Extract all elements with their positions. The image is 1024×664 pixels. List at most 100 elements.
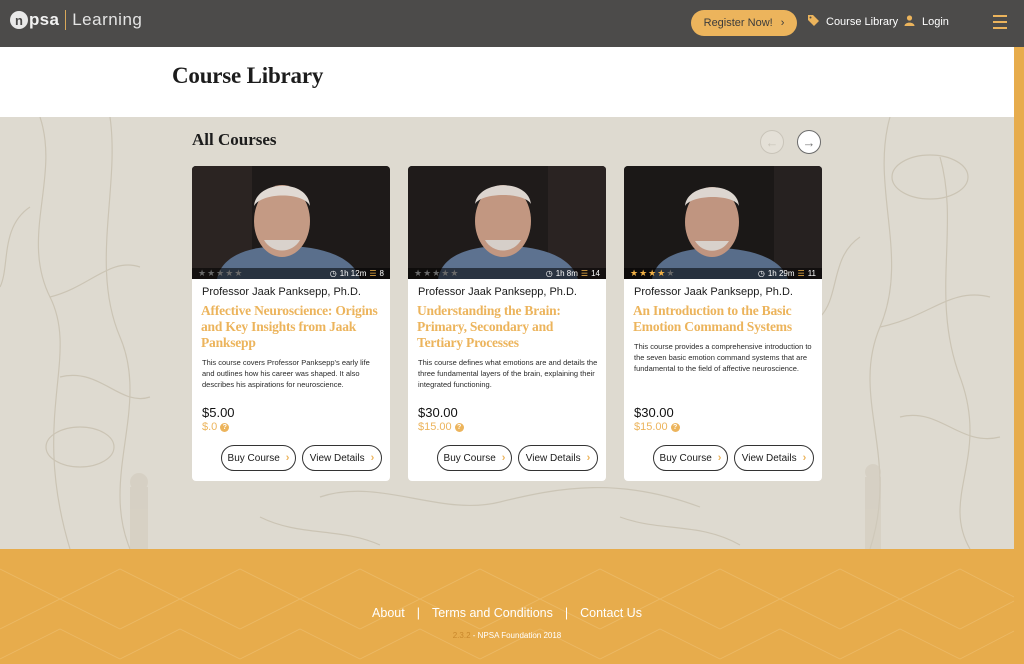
buy-course-button[interactable]: Buy Course ›	[437, 445, 512, 471]
list-icon: ☰	[580, 269, 589, 278]
course-meta-bar: ★ ★ ★ ★ ★ ◷ 1h 29m ☰ 11	[624, 268, 822, 279]
course-title[interactable]: Affective Neuroscience: Origins and Key …	[201, 303, 383, 351]
course-meta: ◷ 1h 12m ☰ 8	[330, 269, 384, 278]
chevron-right-icon: ›	[780, 17, 785, 29]
question-icon[interactable]: ?	[454, 422, 464, 432]
question-icon[interactable]: ?	[670, 422, 680, 432]
course-title[interactable]: An Introduction to the Basic Emotion Com…	[633, 303, 815, 335]
course-meta-bar: ★ ★ ★ ★ ★ ◷ 1h 12m ☰ 8	[192, 268, 390, 279]
scrollbar-track[interactable]	[1014, 47, 1024, 664]
course-duration: 1h 8m	[555, 269, 578, 278]
star-icon: ★	[657, 268, 666, 278]
register-now-button[interactable]: Register Now! ›	[691, 10, 797, 36]
nav-login[interactable]: Login	[904, 15, 949, 29]
page-title: Course Library	[172, 63, 324, 88]
nav-course-library[interactable]: Course Library	[808, 15, 898, 29]
star-icon: ★	[414, 268, 423, 278]
list-icon: ☰	[369, 269, 377, 278]
logo-divider	[65, 10, 67, 30]
course-meta: ◷ 1h 29m ☰ 11	[758, 269, 816, 278]
npsa-learning-logo[interactable]: n psa Learning	[10, 10, 142, 30]
course-description: This course defines what emotions are an…	[418, 358, 598, 389]
question-icon[interactable]: ?	[220, 422, 230, 432]
instructor-photo	[192, 166, 390, 279]
star-icon: ★	[207, 268, 216, 278]
course-author: Professor Jaak Panksepp, Ph.D.	[634, 286, 793, 298]
copyright-text: - NPSA Foundation 2018	[470, 631, 562, 640]
course-sale-price: $15.00 ?	[634, 421, 680, 433]
star-icon: ★	[441, 268, 450, 278]
course-author: Professor Jaak Panksepp, Ph.D.	[418, 286, 577, 298]
buy-course-label: Buy Course	[227, 452, 280, 464]
footer-links: About | Terms and Conditions | Contact U…	[0, 606, 1014, 620]
view-details-label: View Details	[741, 452, 797, 464]
course-sale-price: $15.00 ?	[418, 421, 464, 433]
view-details-label: View Details	[309, 452, 365, 464]
course-description: This course provides a comprehensive int…	[634, 342, 812, 373]
course-price: $30.00	[418, 405, 458, 420]
course-thumbnail[interactable]: ★ ★ ★ ★ ★ ◷ 1h 8m ☰ 14	[408, 166, 606, 279]
course-title[interactable]: Understanding the Brain: Primary, Second…	[417, 303, 599, 351]
view-details-button[interactable]: View Details ›	[734, 445, 814, 471]
hamburger-line	[993, 27, 1007, 29]
course-card[interactable]: ★ ★ ★ ★ ★ ◷ 1h 29m ☰ 11 Professor Jaak Panks…	[624, 166, 822, 481]
star-icon: ★	[666, 268, 675, 278]
logo-mark: n	[10, 11, 28, 29]
footer-copyright: 2.3.2 - NPSA Foundation 2018	[0, 631, 1014, 640]
course-card[interactable]: ★ ★ ★ ★ ★ ◷ 1h 8m ☰ 14 Professor Jaak Pankse…	[408, 166, 606, 481]
chevron-right-icon: ›	[285, 452, 290, 464]
lesson-count: 11	[807, 269, 816, 278]
sale-price-value: $15.00	[418, 421, 452, 433]
chevron-right-icon: ›	[717, 452, 722, 464]
star-icon: ★	[423, 268, 432, 278]
clock-icon: ◷	[757, 269, 765, 278]
star-icon: ★	[630, 268, 639, 278]
nav-login-label: Login	[922, 16, 949, 28]
hamburger-line	[993, 15, 1007, 17]
sale-price-value: $15.00	[634, 421, 668, 433]
view-details-button[interactable]: View Details ›	[302, 445, 382, 471]
buy-course-button[interactable]: Buy Course ›	[653, 445, 728, 471]
course-library-section: All Courses ← → ★ ★ ★ ★ ★ ◷ 1h 12m ☰ 8 P…	[0, 117, 1014, 549]
chevron-right-icon: ›	[501, 452, 506, 464]
footer-separator: |	[416, 606, 420, 620]
star-icon: ★	[234, 268, 243, 278]
tag-icon	[808, 15, 819, 29]
carousel-previous-button[interactable]: ←	[760, 130, 784, 154]
carousel-next-button[interactable]: →	[797, 130, 821, 154]
star-icon: ★	[198, 268, 207, 278]
course-price: $5.00	[202, 405, 235, 420]
arrow-right-icon: →	[802, 134, 816, 150]
footer-link-contact[interactable]: Contact Us	[580, 606, 642, 620]
buy-course-label: Buy Course	[659, 452, 712, 464]
footer-separator: |	[564, 606, 569, 620]
course-meta-bar: ★ ★ ★ ★ ★ ◷ 1h 8m ☰ 14	[408, 268, 606, 279]
list-icon: ☰	[797, 269, 805, 278]
instructor-photo	[408, 166, 606, 279]
chevron-right-icon: ›	[802, 452, 807, 464]
view-details-button[interactable]: View Details ›	[518, 445, 598, 471]
star-icon: ★	[639, 268, 648, 278]
course-card[interactable]: ★ ★ ★ ★ ★ ◷ 1h 12m ☰ 8 Professor Jaak Pankse…	[192, 166, 390, 481]
course-price: $30.00	[634, 405, 674, 420]
clock-icon: ◷	[329, 269, 337, 278]
course-duration: 1h 12m	[339, 269, 367, 278]
hamburger-menu-icon[interactable]	[993, 15, 1007, 29]
user-icon	[904, 15, 915, 29]
course-thumbnail[interactable]: ★ ★ ★ ★ ★ ◷ 1h 12m ☰ 8	[192, 166, 390, 279]
arrow-left-icon: ←	[765, 134, 779, 150]
logo-text: psa	[29, 10, 60, 29]
version-number: 2.3.2	[452, 631, 471, 640]
view-details-label: View Details	[525, 452, 581, 464]
footer-link-about[interactable]: About	[372, 606, 405, 620]
star-icon: ★	[432, 268, 441, 278]
top-navigation-bar: n psa Learning Register Now! › Course Li…	[0, 0, 1024, 47]
instructor-photo	[624, 166, 822, 279]
course-description: This course covers Professor Panksepp's …	[202, 358, 370, 389]
star-icon: ★	[225, 268, 234, 278]
course-thumbnail[interactable]: ★ ★ ★ ★ ★ ◷ 1h 29m ☰ 11	[624, 166, 822, 279]
course-meta: ◷ 1h 8m ☰ 14	[546, 269, 600, 278]
footer-link-terms[interactable]: Terms and Conditions	[432, 606, 553, 620]
buy-course-button[interactable]: Buy Course ›	[221, 445, 296, 471]
course-author: Professor Jaak Panksepp, Ph.D.	[202, 286, 361, 298]
